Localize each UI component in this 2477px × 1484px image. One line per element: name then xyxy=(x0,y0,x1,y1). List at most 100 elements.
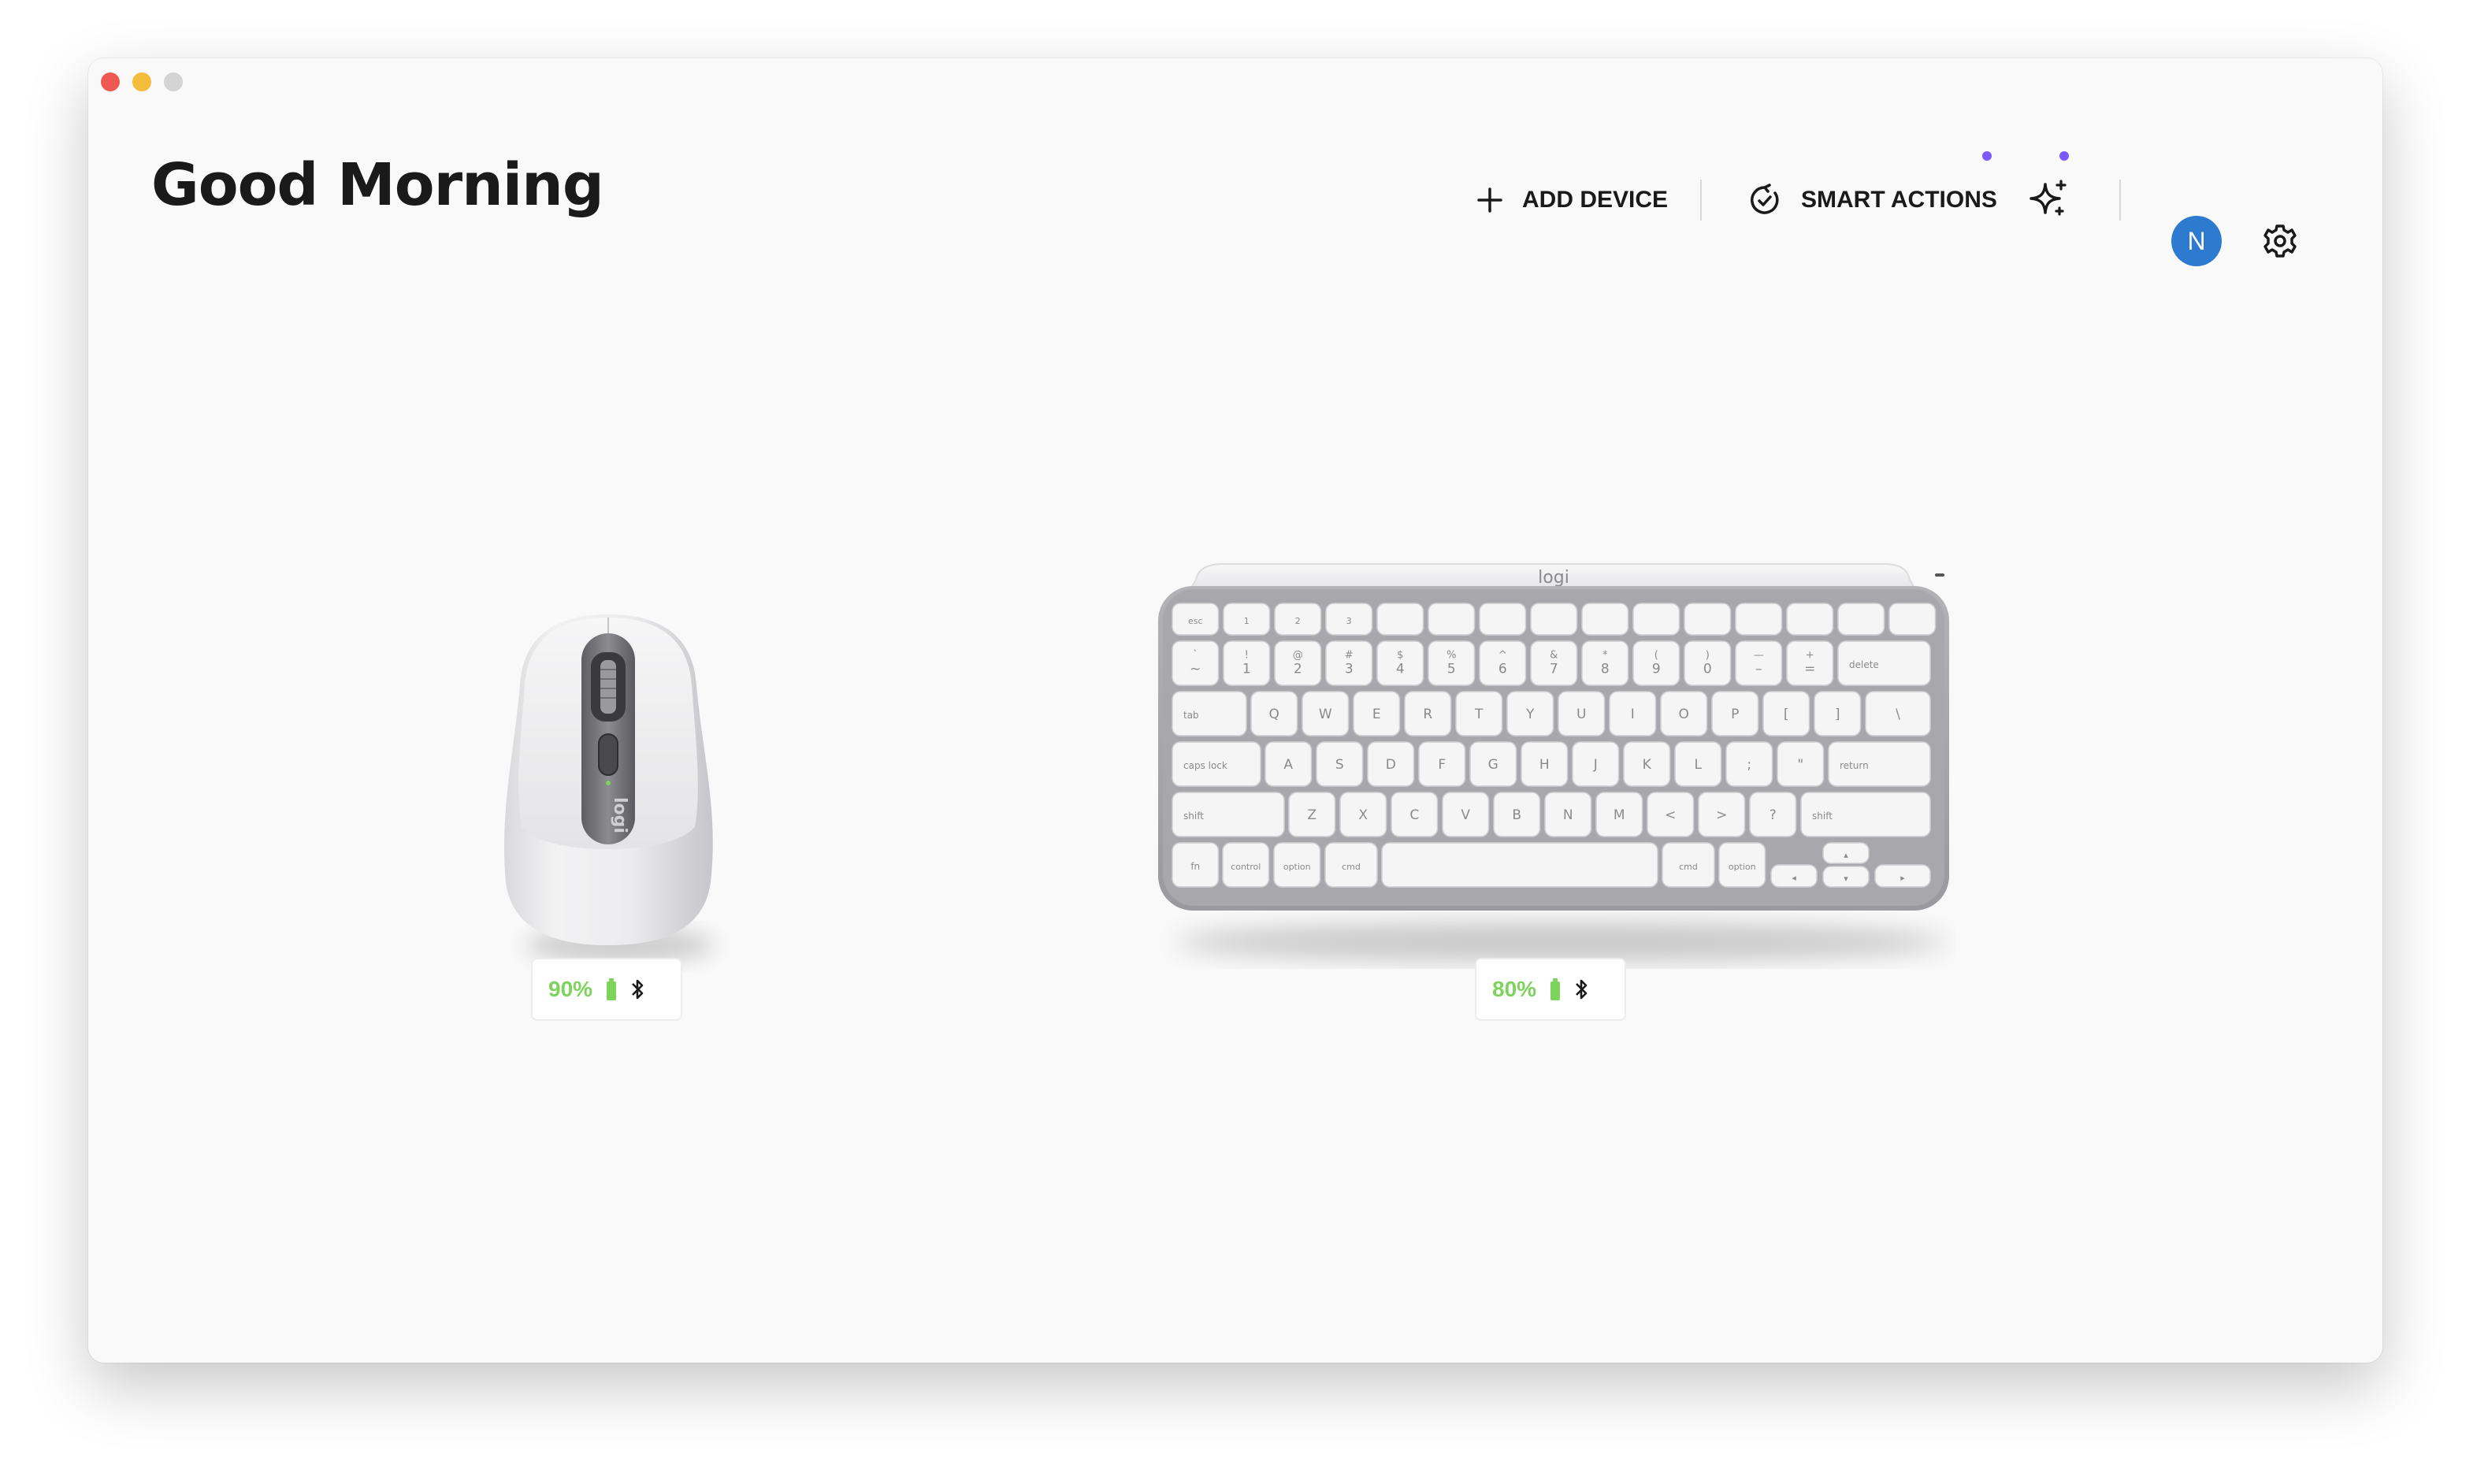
plus-icon xyxy=(1477,187,1502,213)
keyboard-key: Q xyxy=(1250,691,1298,736)
mouse-device[interactable]: logi xyxy=(482,551,734,978)
key-label: P xyxy=(1731,707,1739,722)
keyboard-key: cmd xyxy=(1662,842,1715,888)
battery-percentage: 80% xyxy=(1492,977,1537,1001)
keyboard-device[interactable]: logi esc 1 2 3~`1!2@3#4$5%6^7&8*9(0)–—=+del… xyxy=(1152,548,1955,969)
key-shift-label: @ xyxy=(1293,649,1303,661)
keyboard-key: ▸ xyxy=(1874,864,1931,888)
keyboard-key: 6^ xyxy=(1479,640,1527,686)
keyboard-status-pill: 80% xyxy=(1475,958,1626,1021)
keyboard-key: ▾ xyxy=(1822,866,1870,888)
minimize-window-button[interactable] xyxy=(132,72,151,91)
keyboard-key: O xyxy=(1660,691,1708,736)
key-shift-label: ^ xyxy=(1498,649,1507,661)
keyboard-key: 7& xyxy=(1530,640,1578,686)
key-label: delete xyxy=(1849,659,1879,670)
key-label: O xyxy=(1679,707,1689,722)
keyboard-key: T xyxy=(1455,691,1503,736)
keyboard-key: ◂ xyxy=(1770,864,1818,888)
key-label: M xyxy=(1614,807,1625,823)
key-label: R xyxy=(1423,707,1432,722)
key-label: 0 xyxy=(1703,661,1712,677)
key-label: Y xyxy=(1525,707,1535,722)
keyboard-key xyxy=(1837,603,1885,636)
keyboard-key: L xyxy=(1674,741,1722,787)
key-label: ? xyxy=(1770,807,1777,823)
mouse-status-pill: 90% xyxy=(531,958,682,1021)
key-shift-label: ! xyxy=(1245,649,1249,661)
keyboard-key: R xyxy=(1404,691,1452,736)
key-label: ▴ xyxy=(1844,850,1848,860)
keyboard-key: esc xyxy=(1172,603,1220,636)
keyboard-key xyxy=(1888,603,1937,636)
keyboard-key: ; xyxy=(1725,741,1773,787)
sparkle-icon[interactable] xyxy=(2025,176,2072,224)
user-avatar[interactable]: N xyxy=(2171,216,2222,266)
key-shift-label: ` xyxy=(1193,649,1198,661)
keyboard-key: D xyxy=(1367,741,1415,787)
keyboard-key: B xyxy=(1493,792,1541,837)
key-label: ] xyxy=(1835,707,1840,722)
key-label: 1 xyxy=(1244,616,1250,626)
keyboard-key: J xyxy=(1572,741,1620,787)
smart-actions-button[interactable]: SMART ACTIONS xyxy=(1747,161,1997,239)
key-label: tab xyxy=(1183,710,1199,721)
keyboard-key: 1 xyxy=(1223,603,1271,636)
battery-icon xyxy=(607,978,617,1000)
keyboard-key: –— xyxy=(1735,640,1783,686)
mouse-logo: logi xyxy=(610,797,629,833)
key-label: J xyxy=(1593,757,1598,773)
key-label: H xyxy=(1539,757,1550,773)
keyboard-key: 3 xyxy=(1325,603,1373,636)
bluetooth-icon xyxy=(632,979,644,1000)
keyboard-key: shift xyxy=(1800,792,1931,837)
toolbar-divider xyxy=(1700,180,1702,221)
notification-dot xyxy=(2059,151,2069,161)
key-label: shift xyxy=(1183,811,1204,822)
keyboard-key: 5% xyxy=(1428,640,1476,686)
key-label: I xyxy=(1631,707,1635,722)
close-window-button[interactable] xyxy=(101,72,120,91)
key-label: shift xyxy=(1812,811,1833,822)
keyboard-key: 3# xyxy=(1325,640,1373,686)
keyboard-key: delete xyxy=(1837,640,1931,686)
key-label: 2 xyxy=(1294,661,1302,677)
key-label: X xyxy=(1358,807,1368,823)
key-label: B xyxy=(1512,807,1521,823)
smart-actions-icon xyxy=(1751,184,1779,214)
key-label: 2 xyxy=(1295,616,1301,626)
smart-actions-label: SMART ACTIONS xyxy=(1801,187,1997,213)
add-device-label: ADD DEVICE xyxy=(1522,187,1669,213)
maximize-window-button[interactable] xyxy=(164,72,183,91)
keyboard-key: G xyxy=(1469,741,1517,787)
keyboard-key xyxy=(1381,842,1658,888)
key-label: > xyxy=(1716,807,1727,823)
key-label: Z xyxy=(1307,807,1316,823)
key-label: option xyxy=(1283,862,1311,872)
keyboard-key: 2 xyxy=(1274,603,1322,636)
key-label: 7 xyxy=(1550,661,1558,677)
keyboard-key: shift xyxy=(1172,792,1285,837)
keyboard-key: option xyxy=(1718,842,1766,888)
key-label: Q xyxy=(1269,707,1279,722)
keyboard-key: S xyxy=(1316,741,1364,787)
key-label: control xyxy=(1231,862,1261,872)
key-label: return xyxy=(1840,760,1869,771)
key-label: = xyxy=(1804,661,1815,677)
key-shift-label: ( xyxy=(1654,649,1658,661)
keyboard-key: M xyxy=(1595,792,1643,837)
key-label: " xyxy=(1797,757,1803,773)
key-label: esc xyxy=(1188,616,1203,626)
key-label: N xyxy=(1563,807,1573,823)
key-label: 3 xyxy=(1346,616,1352,626)
keyboard-key: " xyxy=(1777,741,1825,787)
gear-icon[interactable] xyxy=(2260,221,2301,262)
keyboard-key: W xyxy=(1302,691,1350,736)
keyboard-key: F xyxy=(1418,741,1466,787)
keyboard-key: > xyxy=(1698,792,1746,837)
add-device-button[interactable]: ADD DEVICE xyxy=(1476,161,1668,239)
key-label: [ xyxy=(1784,707,1789,722)
keyboard-key: C xyxy=(1391,792,1439,837)
key-label: 9 xyxy=(1652,661,1661,677)
keyboard-key xyxy=(1530,603,1578,636)
